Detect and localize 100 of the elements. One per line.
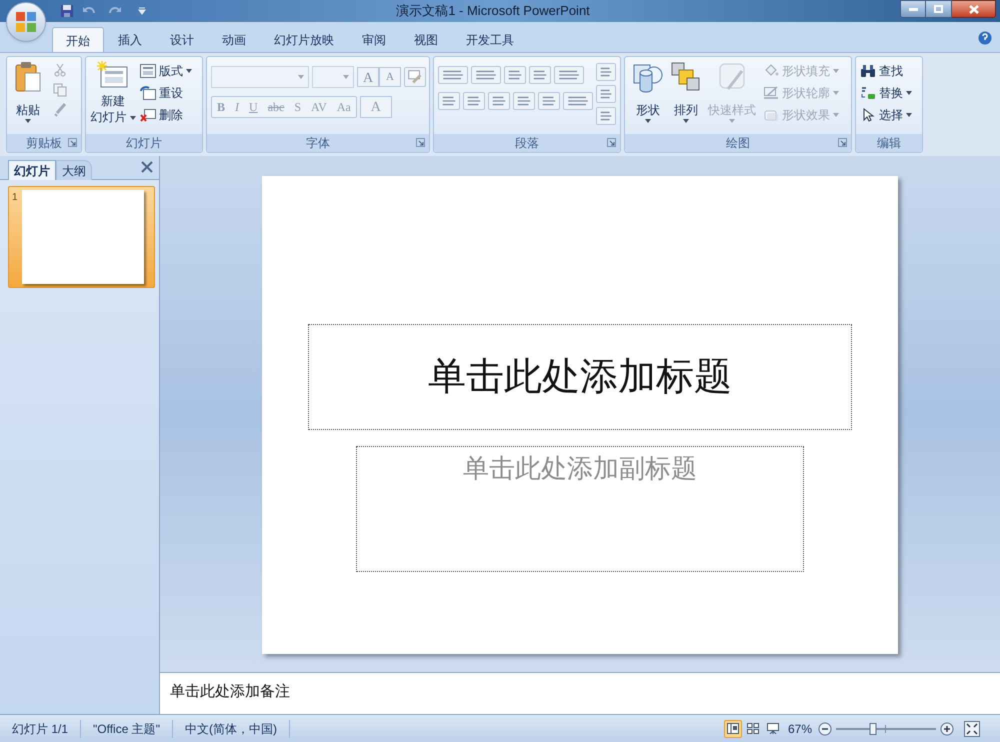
increase-indent-icon[interactable] (529, 66, 551, 84)
ribbon-large-button[interactable]: 排列 (667, 61, 705, 123)
replace-icon (860, 86, 876, 100)
reset-icon (140, 86, 156, 100)
minimize-button[interactable] (900, 0, 926, 18)
group-label: 幻灯片 (126, 135, 162, 152)
close-icon (968, 4, 978, 14)
zoom-slider[interactable] (836, 722, 936, 736)
ribbon-tab[interactable]: 设计 (156, 27, 208, 53)
ribbon-tab[interactable]: 审阅 (348, 27, 400, 53)
layout-icon (140, 64, 156, 78)
customize-caret-icon[interactable] (138, 7, 146, 15)
caret-icon (186, 68, 192, 72)
paste-button[interactable]: 粘贴 (11, 61, 45, 123)
slide-thumbnail[interactable] (22, 190, 144, 284)
ribbon-small-button[interactable]: 重设 (140, 83, 192, 102)
fit-window-icon[interactable] (964, 720, 980, 736)
dialog-launcher-icon[interactable] (68, 138, 77, 147)
status-text: 幻灯片 1/1 (0, 720, 82, 738)
justify-icon[interactable] (513, 92, 535, 110)
caret-icon (906, 90, 912, 94)
cut-icon[interactable] (53, 63, 67, 77)
close-icon[interactable] (141, 161, 153, 173)
group-label: 字体 (306, 135, 330, 152)
caret-icon (25, 119, 31, 123)
columns-icon[interactable] (563, 92, 593, 110)
title-placeholder[interactable]: 单击此处添加标题 (308, 324, 852, 430)
window-title: 演示文稿1 - Microsoft PowerPoint (396, 2, 590, 20)
ribbon-small-button[interactable]: 替换 (860, 83, 912, 102)
normal-view-icon (726, 723, 739, 734)
minimize-icon (908, 8, 918, 10)
paint-bucket-icon (763, 64, 779, 78)
status-text: 中文(简体，中国) (173, 720, 290, 738)
caret-icon (343, 75, 349, 79)
status-text: "Office 主题" (81, 720, 173, 738)
view-button[interactable] (724, 720, 742, 738)
ribbon-tab[interactable]: 开始 (52, 27, 104, 53)
dialog-launcher-icon[interactable] (607, 138, 616, 147)
font-size-field[interactable] (312, 66, 354, 88)
office-logo-icon (15, 11, 37, 33)
ribbon-small-button[interactable]: 选择 (860, 105, 912, 124)
ribbon-tab[interactable]: 动画 (208, 27, 260, 53)
numbering-icon[interactable] (471, 66, 501, 84)
caret-icon (833, 68, 839, 72)
close-button[interactable] (952, 0, 996, 18)
zoom-level[interactable]: 67% (788, 720, 812, 738)
maximize-icon (934, 5, 943, 13)
ribbon-tab[interactable]: 开发工具 (452, 27, 528, 53)
slide-thumbnail-row[interactable]: 1 (8, 186, 155, 288)
align-left-icon[interactable] (438, 92, 460, 110)
ribbon-tab[interactable]: 视图 (400, 27, 452, 53)
caret-icon (833, 90, 839, 94)
caret-icon (683, 119, 689, 123)
notes-pane[interactable]: 单击此处添加备注 (160, 672, 1000, 714)
line-spacing-icon[interactable] (554, 66, 584, 84)
ribbon-tab[interactable]: 幻灯片放映 (260, 27, 348, 53)
slide-number: 1 (12, 191, 18, 205)
text-direction-icon[interactable] (596, 63, 616, 81)
align-text-icon[interactable] (596, 85, 616, 103)
effects-icon (763, 108, 779, 122)
binoculars-icon (860, 64, 876, 78)
ribbon-large-button[interactable]: 形状 (629, 61, 667, 123)
group-label: 段落 (515, 135, 539, 152)
delete-icon (140, 108, 156, 122)
slider-thumb[interactable] (870, 722, 876, 734)
caret-icon (298, 75, 304, 79)
pen-icon (763, 86, 779, 100)
pane-tab[interactable]: 幻灯片 (8, 160, 56, 180)
zoom-in-icon[interactable] (940, 722, 954, 736)
decrease-indent-icon[interactable] (504, 66, 526, 84)
clipboard-icon (14, 61, 42, 93)
caret-icon (833, 112, 839, 116)
bullets-icon[interactable] (438, 66, 468, 84)
group-label: 绘图 (726, 135, 750, 152)
arrange-icon (670, 61, 702, 93)
distribute-icon[interactable] (538, 92, 560, 110)
zoom-out-icon[interactable] (818, 722, 832, 736)
maximize-button[interactable] (926, 0, 952, 18)
dialog-launcher-icon[interactable] (838, 138, 847, 147)
align-center-icon[interactable] (463, 92, 485, 110)
group-label: 编辑 (877, 135, 901, 152)
dialog-launcher-icon[interactable] (416, 138, 425, 147)
clear-formatting-icon[interactable] (404, 67, 426, 87)
ribbon-small-button[interactable]: 版式 (140, 61, 192, 80)
caret-icon (906, 112, 912, 116)
save-icon[interactable] (60, 4, 74, 18)
help-icon[interactable] (978, 31, 992, 45)
ribbon-tab[interactable]: 插入 (104, 27, 156, 53)
copy-icon[interactable] (53, 83, 67, 97)
ribbon-small-button[interactable]: 查找 (860, 61, 912, 80)
ribbon-small-button[interactable]: 删除 (140, 105, 192, 124)
group-label: 剪贴板 (26, 135, 62, 152)
smartart-icon[interactable] (596, 107, 616, 125)
slideshow-view-icon (766, 723, 779, 734)
new-slide-button[interactable]: 新建 幻灯片 (90, 61, 136, 125)
font-name-field[interactable] (211, 66, 309, 88)
pane-tab[interactable]: 大纲 (56, 160, 92, 180)
sorter-view-icon (746, 723, 759, 734)
align-right-icon[interactable] (488, 92, 510, 110)
format-painter-icon[interactable] (53, 103, 67, 117)
